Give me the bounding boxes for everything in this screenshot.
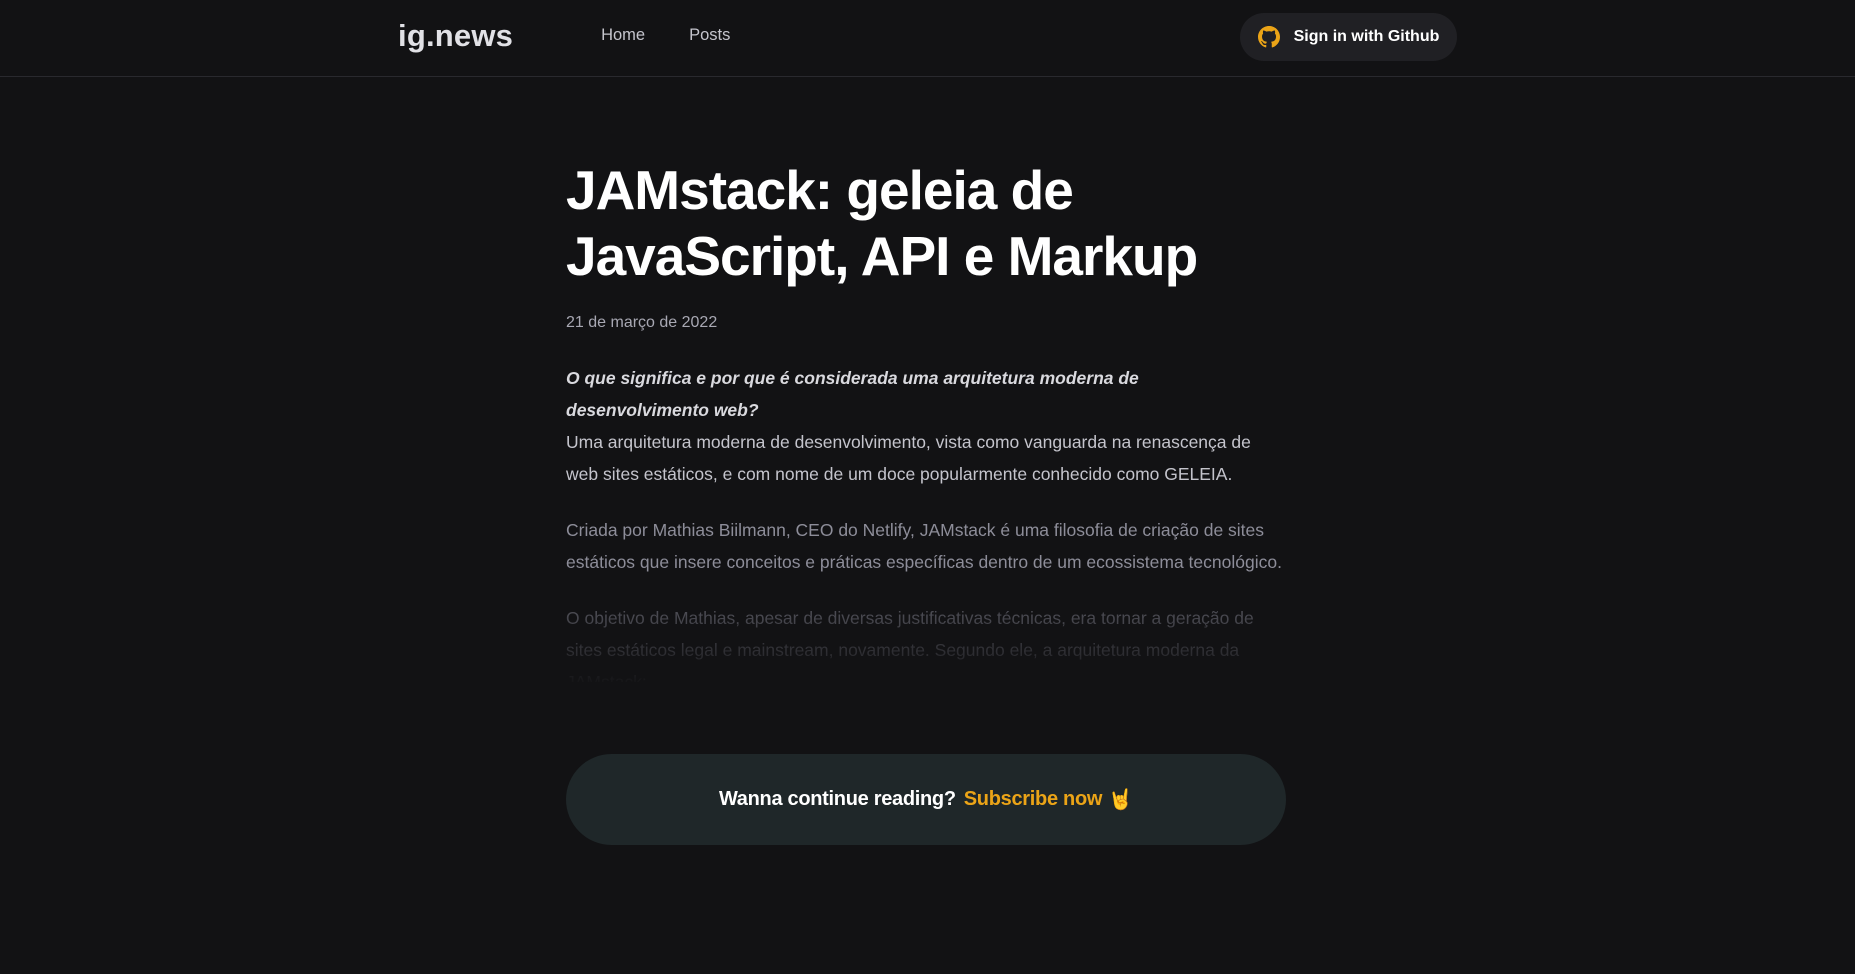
signin-github-button[interactable]: Sign in with Github	[1240, 13, 1457, 61]
post-title-line1: JAMstack: geleia de	[566, 159, 1074, 221]
post-article: JAMstack: geleia de JavaScript, API e Ma…	[566, 157, 1286, 682]
continue-reading-banner: Wanna continue reading? Subscribe now 🤘	[566, 754, 1286, 845]
subscribe-now-link[interactable]: Subscribe now	[964, 788, 1103, 811]
post-content: O que significa e por que é considerada …	[566, 362, 1286, 682]
continue-reading-text: Wanna continue reading?	[718, 788, 956, 810]
main-nav: Home Posts	[601, 26, 774, 45]
post-paragraph-1-text: Uma arquitetura moderna de desenvolvimen…	[566, 432, 1251, 484]
post-paragraph-2: Criada por Mathias Biilmann, CEO do Netl…	[566, 520, 1282, 572]
nav-posts-link[interactable]: Posts	[689, 26, 730, 45]
signin-label: Sign in with Github	[1293, 28, 1440, 45]
rock-hand-icon: 🤘	[1108, 789, 1134, 811]
post-title-line2: JavaScript, API e Markup	[566, 225, 1198, 287]
post-title: JAMstack: geleia de JavaScript, API e Ma…	[566, 157, 1286, 289]
nav-home-link[interactable]: Home	[601, 26, 645, 45]
site-header: ig.news Home Posts Sign in with Github	[0, 0, 1855, 77]
post-main: JAMstack: geleia de JavaScript, API e Ma…	[0, 157, 1855, 845]
post-date: 21 de março de 2022	[566, 314, 718, 331]
github-icon	[1257, 26, 1280, 48]
header-container: ig.news Home Posts Sign in with Github	[398, 0, 1457, 76]
post-lead-question: O que significa e por que é considerada …	[566, 368, 1139, 420]
post-paragraph-3: O objetivo de Mathias, apesar de diversa…	[566, 608, 1254, 682]
logo[interactable]: ig.news	[398, 18, 513, 54]
post-preview-fade: O objetivo de Mathias, apesar de diversa…	[566, 602, 1286, 682]
post-paragraph-1: O que significa e por que é considerada …	[566, 362, 1286, 490]
